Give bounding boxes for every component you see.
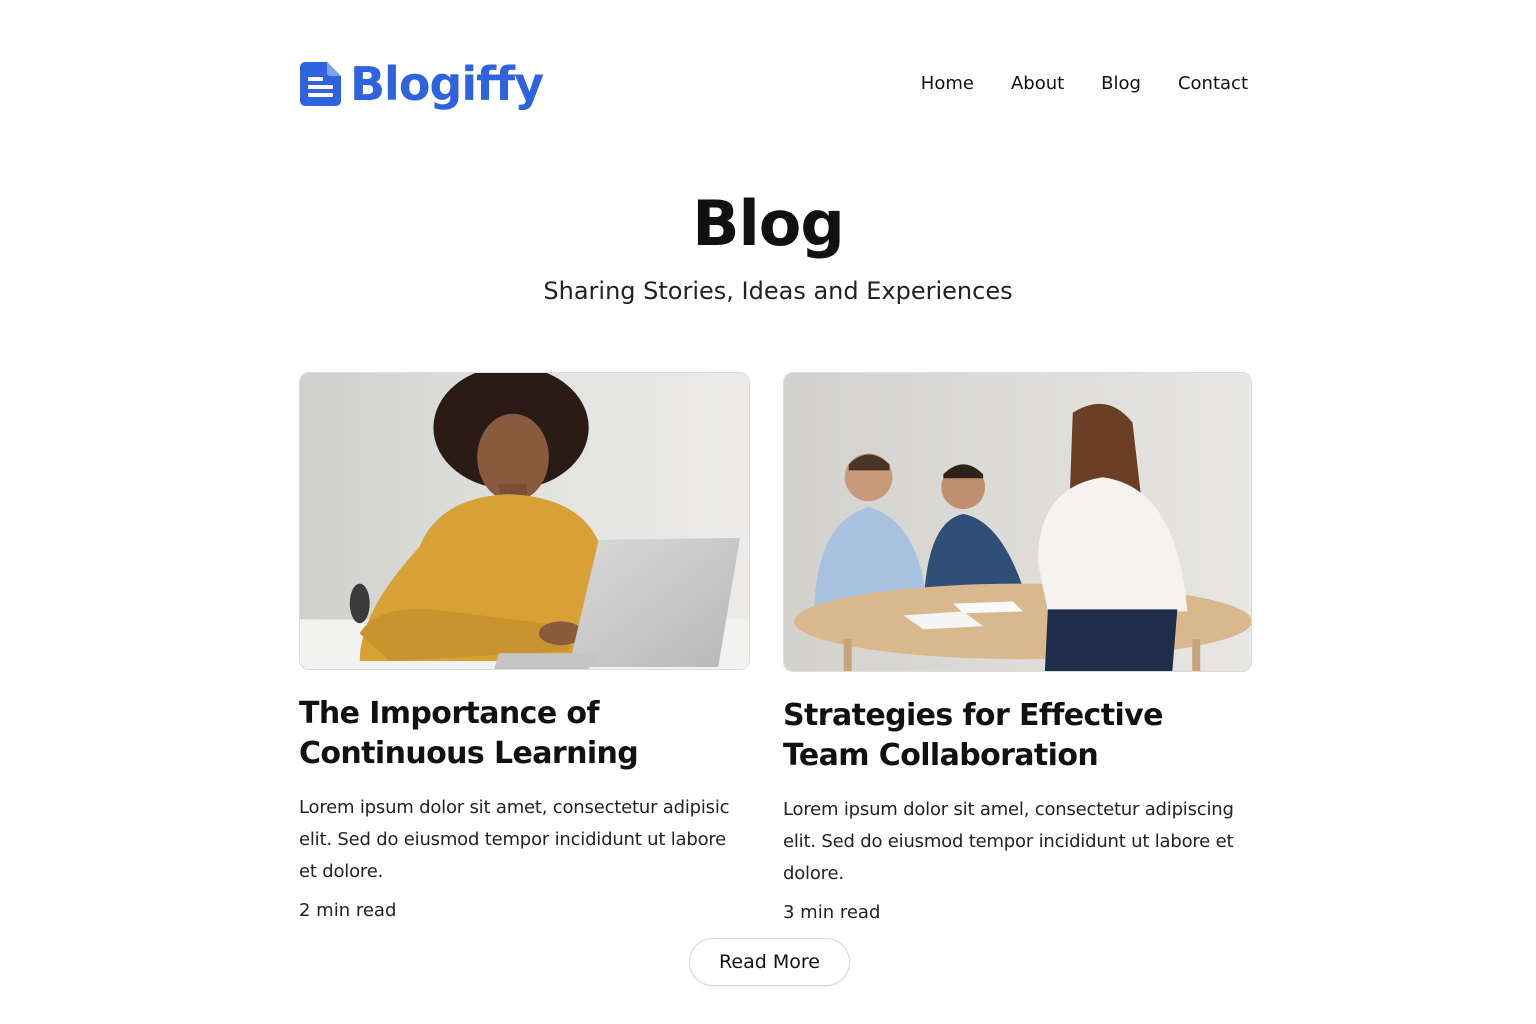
nav-contact[interactable]: Contact [1178, 72, 1248, 96]
read-more-button[interactable]: Read More [689, 938, 850, 986]
post-excerpt: Lorem ipsum dolor sit amel, consectetur … [783, 799, 1234, 884]
post-image-woman-laptop[interactable] [299, 372, 750, 670]
nav-blog[interactable]: Blog [1101, 72, 1141, 96]
post-title[interactable]: The Importance of Continuous Learning [299, 694, 750, 774]
post-read-time: 3 min read [783, 902, 881, 923]
nav-about[interactable]: About [1011, 72, 1064, 96]
brand-logo[interactable]: Blogiffy [300, 56, 544, 112]
nav-home[interactable]: Home [921, 72, 974, 96]
woman-laptop-illustration [300, 373, 749, 669]
team-meeting-illustration [784, 373, 1251, 671]
main-nav: Home About Blog Contact [921, 72, 1248, 96]
post-read-time: 2 min read [299, 900, 397, 921]
page-title: Blog [692, 187, 844, 260]
blog-post-card: The Importance of Continuous Learning Lo… [299, 372, 750, 924]
post-title[interactable]: Strategies for Effective Team Collaborat… [783, 696, 1252, 776]
page-subtitle: Sharing Stories, Ideas and Experiences [543, 277, 1013, 305]
brand-name: Blogiffy [350, 57, 544, 111]
post-image-team-meeting[interactable] [783, 372, 1252, 672]
blog-post-card: Strategies for Effective Team Collaborat… [783, 372, 1252, 926]
document-icon [300, 62, 341, 106]
page: Blogiffy Home About Blog Contact Blog Sh… [0, 0, 1536, 1024]
post-excerpt: Lorem ipsum dolor sit amet, consectetur … [299, 797, 730, 882]
